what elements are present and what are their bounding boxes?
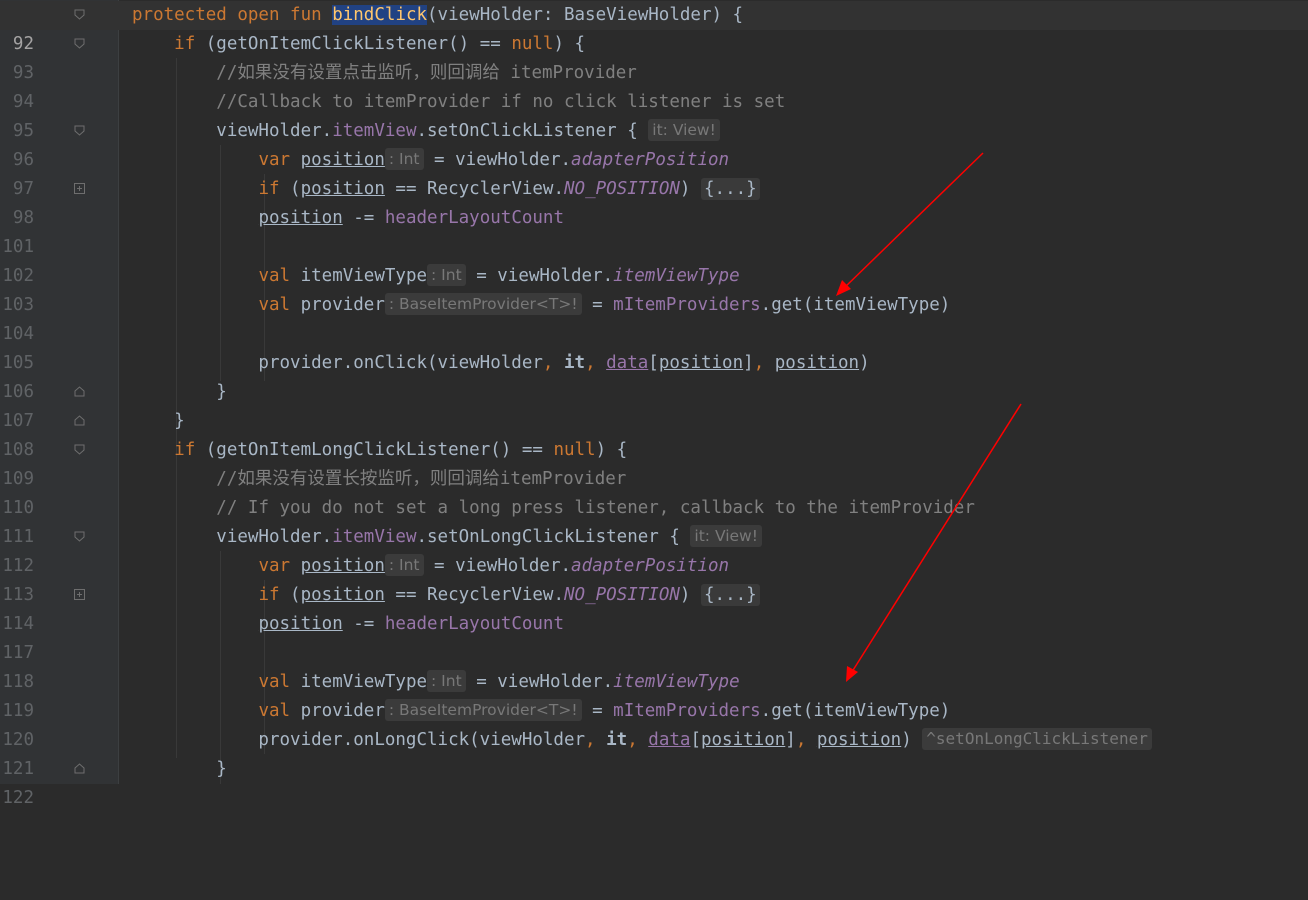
code-line[interactable]: 121 provider.onLongClick(viewHolder, it,… (0, 726, 1308, 779)
fold-end-icon[interactable] (74, 763, 85, 774)
fold-open-icon[interactable] (74, 38, 85, 49)
code-text: provider.onLongClick(viewHolder, it, dat… (132, 726, 1152, 755)
code-line[interactable]: 117 position -= headerLayoutCount (0, 610, 1308, 663)
fold-collapsed-icon[interactable] (74, 183, 85, 194)
fold-open-icon[interactable] (74, 444, 85, 455)
lambda-return-hint: ^setOnLongClickListener (922, 728, 1152, 750)
code-text: val provider: BaseItemProvider<T>! = mIt… (258, 293, 951, 315)
code-line[interactable]: 95 //Callback to itemProvider if no clic… (0, 88, 1308, 141)
code-line[interactable]: 122 } (0, 755, 1308, 808)
inlay-hint: : Int (427, 264, 466, 286)
code-text: var position: Int = viewHolder.adapterPo… (258, 554, 730, 576)
code-text: //如果没有设置点击监听，则回调给 itemProvider (132, 59, 637, 88)
code-text: position -= headerLayoutCount (258, 208, 565, 228)
code-comment: //如果没有设置点击监听，则回调给 itemProvider (216, 63, 637, 83)
fold-open-icon[interactable] (74, 125, 85, 136)
folded-block[interactable]: {...} (701, 178, 760, 200)
code-line[interactable]: 103 val itemViewType: Int = viewHolder.i… (0, 262, 1308, 315)
code-text: //Callback to itemProvider if no click l… (132, 88, 785, 117)
code-line[interactable]: 119 val itemViewType: Int = viewHolder.i… (0, 668, 1308, 721)
code-editor[interactable]: 92 protected open fun bindClick(viewHold… (0, 0, 1308, 808)
code-comment: //如果没有设置长按监听，则回调给itemProvider (216, 469, 627, 489)
code-text: protected open fun bindClick(viewHolder:… (132, 5, 744, 25)
code-text: viewHolder.itemView.setOnClickListener {… (132, 117, 720, 146)
code-text: // If you do not set a long press listen… (132, 494, 975, 523)
code-text: if (position == RecyclerView.NO_POSITION… (132, 175, 760, 204)
code-line[interactable]: 109 if (getOnItemLongClickListener() == … (0, 436, 1308, 489)
code-line[interactable]: 105 (0, 320, 1308, 373)
code-text: if (position == RecyclerView.NO_POSITION… (132, 581, 760, 610)
code-line[interactable]: 106 provider.onClick(viewHolder, it, dat… (0, 349, 1308, 402)
code-line[interactable]: 102 (0, 233, 1308, 286)
inlay-hint: it: View! (648, 119, 720, 141)
code-text: //如果没有设置长按监听，则回调给itemProvider (132, 465, 626, 494)
code-text: if (getOnItemClickListener() == null) { (174, 34, 586, 54)
code-text: val itemViewType: Int = viewHolder.itemV… (258, 670, 740, 692)
code-line[interactable]: 107 } (0, 378, 1308, 431)
code-text: } (132, 759, 227, 779)
code-text: if (getOnItemLongClickListener() == null… (174, 440, 628, 460)
code-text: var position: Int = viewHolder.adapterPo… (258, 148, 730, 170)
code-line[interactable]: 118 (0, 639, 1308, 692)
code-line[interactable]: 112 viewHolder.itemView.setOnLongClickLi… (0, 523, 1308, 576)
code-text: provider.onClick(viewHolder, it, data[po… (132, 353, 870, 373)
fold-open-icon[interactable] (74, 9, 85, 20)
selected-identifier: bindClick (332, 5, 428, 25)
code-line[interactable]: 113 var position: Int = viewHolder.adapt… (0, 552, 1308, 605)
code-line[interactable]: 94 //如果没有设置点击监听，则回调给 itemProvider (0, 59, 1308, 112)
line-number: 122 (2, 788, 34, 808)
inlay-hint: : Int (427, 670, 466, 692)
code-line[interactable]: 111 // If you do not set a long press li… (0, 494, 1308, 547)
fold-end-icon[interactable] (74, 386, 85, 397)
code-line[interactable]: 120 val provider: BaseItemProvider<T>! =… (0, 697, 1308, 750)
code-line[interactable]: 108 } (0, 407, 1308, 460)
code-line[interactable]: 114 if (position == RecyclerView.NO_POSI… (0, 581, 1308, 634)
fold-collapsed-icon[interactable] (74, 589, 85, 600)
code-text: position -= headerLayoutCount (258, 614, 565, 634)
code-comment: // If you do not set a long press listen… (216, 498, 975, 518)
inlay-hint: : BaseItemProvider<T>! (384, 293, 582, 315)
code-line[interactable]: 98 if (position == RecyclerView.NO_POSIT… (0, 175, 1308, 228)
code-text: val itemViewType: Int = viewHolder.itemV… (258, 264, 740, 286)
inlay-hint: : BaseItemProvider<T>! (384, 699, 582, 721)
code-line[interactable]: 104 val provider: BaseItemProvider<T>! =… (0, 291, 1308, 344)
code-line[interactable]: 96 viewHolder.itemView.setOnClickListene… (0, 117, 1308, 170)
inlay-hint: : Int (384, 148, 424, 170)
inlay-hint: : Int (384, 554, 424, 576)
code-text: viewHolder.itemView.setOnLongClickListen… (132, 523, 762, 552)
code-text: val provider: BaseItemProvider<T>! = mIt… (258, 699, 951, 721)
code-line[interactable]: 101 position -= headerLayoutCount (0, 204, 1308, 257)
code-comment: //Callback to itemProvider if no click l… (216, 92, 786, 112)
inlay-hint: it: View! (690, 525, 762, 547)
code-text: } (132, 411, 185, 431)
code-line[interactable]: 97 var position: Int = viewHolder.adapte… (0, 146, 1308, 199)
fold-end-icon[interactable] (74, 415, 85, 426)
fold-open-icon[interactable] (74, 531, 85, 542)
code-line[interactable]: 92 protected open fun bindClick(viewHold… (0, 1, 1308, 54)
code-line[interactable]: 110 //如果没有设置长按监听，则回调给itemProvider (0, 465, 1308, 518)
folded-block[interactable]: {...} (701, 584, 760, 606)
code-text: } (132, 382, 227, 402)
code-line[interactable]: 93 if (getOnItemClickListener() == null)… (0, 30, 1308, 83)
